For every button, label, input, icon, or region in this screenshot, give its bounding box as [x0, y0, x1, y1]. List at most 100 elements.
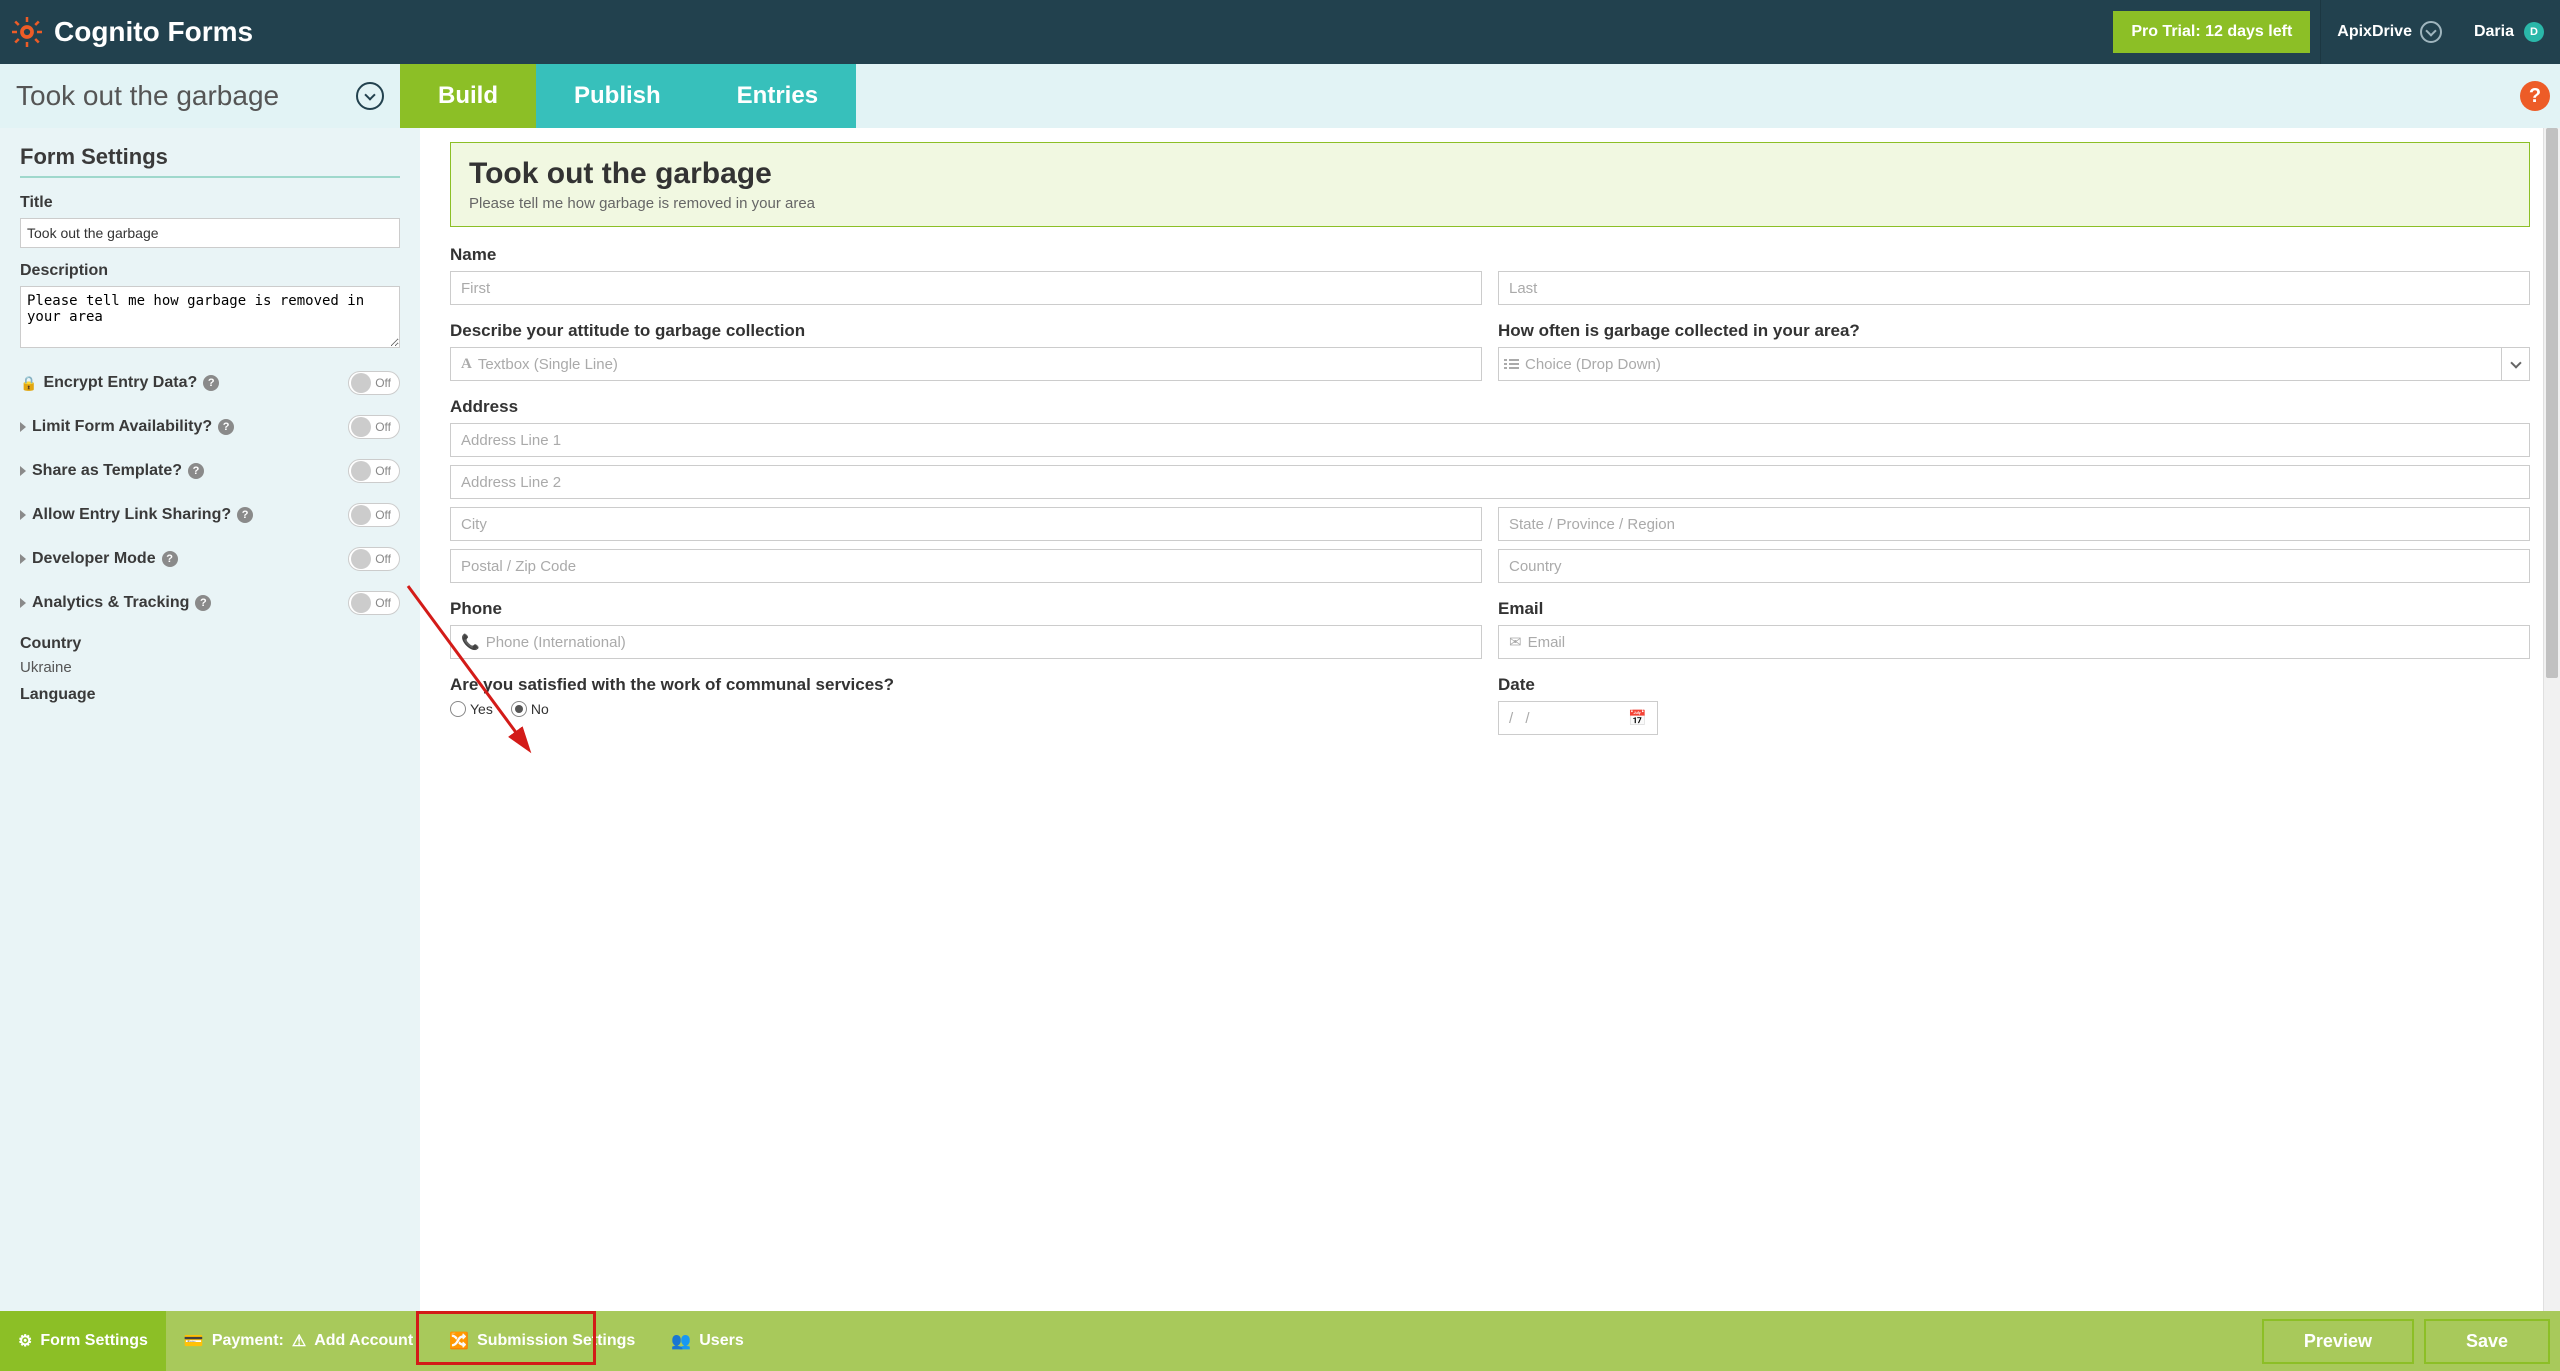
users-icon: 👥	[671, 1331, 691, 1351]
phone-field[interactable]: Phone 📞Phone (International)	[450, 599, 1482, 659]
help-icon[interactable]: ?	[237, 507, 253, 523]
share-row: Share as Template? ? Off	[20, 449, 400, 493]
caret-right-icon	[20, 598, 26, 608]
share-toggle[interactable]: Off	[348, 459, 400, 483]
date-field[interactable]: Date / /📅	[1498, 675, 2530, 735]
user-menu[interactable]: Daria D	[2458, 0, 2560, 64]
name-field[interactable]: Name First Last	[450, 245, 2530, 305]
limit-toggle[interactable]: Off	[348, 415, 400, 439]
title-label: Title	[20, 194, 400, 212]
form-description: Please tell me how garbage is removed in…	[469, 195, 2511, 212]
tab-entries[interactable]: Entries	[699, 64, 856, 128]
chevron-down-icon	[2501, 348, 2529, 380]
city-input[interactable]: City	[450, 507, 1482, 541]
subbar: Took out the garbage Build Publish Entri…	[0, 64, 2560, 128]
chevron-down-icon	[356, 82, 384, 110]
link-row: Allow Entry Link Sharing? ? Off	[20, 493, 400, 537]
tab-publish[interactable]: Publish	[536, 64, 699, 128]
org-dropdown[interactable]: ApixDrive	[2320, 0, 2458, 64]
form-name: Took out the garbage	[16, 80, 279, 112]
attitude-field[interactable]: Describe your attitude to garbage collec…	[450, 321, 1482, 381]
calendar-icon: 📅	[1628, 709, 1647, 727]
link-toggle[interactable]: Off	[348, 503, 400, 527]
textbox-icon: A	[461, 356, 472, 373]
date-input[interactable]: / /📅	[1498, 701, 1658, 735]
country-label: Country	[20, 635, 400, 653]
description-label: Description	[20, 262, 400, 280]
save-button[interactable]: Save	[2424, 1319, 2550, 1364]
main-tabs: Build Publish Entries	[400, 64, 856, 128]
phone-input[interactable]: 📞Phone (International)	[450, 625, 1482, 659]
gear-icon: ⚙	[18, 1331, 32, 1351]
radio-yes[interactable]: Yes	[450, 701, 493, 717]
description-input[interactable]: Please tell me how garbage is removed in…	[20, 286, 400, 348]
caret-right-icon	[20, 510, 26, 520]
preview-button[interactable]: Preview	[2262, 1319, 2414, 1364]
how-often-field[interactable]: How often is garbage collected in your a…	[1498, 321, 2530, 381]
title-input[interactable]	[20, 218, 400, 248]
first-name-input[interactable]: First	[450, 271, 1482, 305]
form-settings-button[interactable]: ⚙Form Settings	[0, 1311, 166, 1371]
form-name-dropdown[interactable]: Took out the garbage	[0, 64, 400, 128]
addr2-input[interactable]: Address Line 2	[450, 465, 2530, 499]
dev-row: Developer Mode ? Off	[20, 537, 400, 581]
email-field[interactable]: Email ✉Email	[1498, 599, 2530, 659]
scrollbar[interactable]	[2543, 128, 2560, 1311]
payment-button[interactable]: 💳Payment: ⚠Add Account	[166, 1311, 431, 1371]
sidebar: Form Settings Title Description Please t…	[0, 128, 420, 1311]
phone-icon: 📞	[461, 633, 480, 651]
shuffle-icon: 🔀	[449, 1331, 469, 1351]
sidebar-title: Form Settings	[20, 144, 400, 178]
help-icon[interactable]: ?	[162, 551, 178, 567]
form-header[interactable]: Took out the garbage Please tell me how …	[450, 142, 2530, 227]
caret-right-icon	[20, 466, 26, 476]
logo[interactable]: Cognito Forms	[0, 16, 2113, 48]
satisfied-field[interactable]: Are you satisfied with the work of commu…	[450, 675, 1482, 735]
help-icon[interactable]: ?	[203, 375, 219, 391]
submission-settings-button[interactable]: 🔀Submission Settings	[431, 1311, 653, 1371]
card-icon: 💳	[184, 1331, 204, 1351]
limit-row: Limit Form Availability? ? Off	[20, 405, 400, 449]
caret-right-icon	[20, 422, 26, 432]
help-icon[interactable]: ?	[218, 419, 234, 435]
warning-icon: ⚠	[292, 1331, 306, 1351]
attitude-input[interactable]: A Textbox (Single Line)	[450, 347, 1482, 381]
help-icon[interactable]: ?	[195, 595, 211, 611]
fields-container: Name First Last Describe your attitude t…	[450, 245, 2530, 735]
user-name: Daria	[2474, 23, 2514, 41]
language-label: Language	[20, 686, 400, 704]
tab-build[interactable]: Build	[400, 64, 536, 128]
country-input[interactable]: Country	[1498, 549, 2530, 583]
form-canvas: Took out the garbage Please tell me how …	[420, 128, 2560, 1311]
lock-icon: 🔒	[20, 375, 37, 392]
bottombar: ⚙Form Settings 💳Payment: ⚠Add Account 🔀S…	[0, 1311, 2560, 1371]
last-name-input[interactable]: Last	[1498, 271, 2530, 305]
org-name: ApixDrive	[2337, 23, 2412, 41]
trial-badge[interactable]: Pro Trial: 12 days left	[2113, 11, 2310, 53]
list-icon	[1509, 359, 1519, 369]
help-button[interactable]: ?	[2520, 81, 2550, 111]
topbar: Cognito Forms Pro Trial: 12 days left Ap…	[0, 0, 2560, 64]
postal-input[interactable]: Postal / Zip Code	[450, 549, 1482, 583]
encrypt-row: 🔒Encrypt Entry Data? ? Off	[20, 361, 400, 405]
address-field[interactable]: Address Address Line 1 Address Line 2 Ci…	[450, 397, 2530, 583]
logo-text: Cognito Forms	[54, 16, 253, 48]
main: Form Settings Title Description Please t…	[0, 128, 2560, 1311]
how-often-dropdown[interactable]: Choice (Drop Down)	[1498, 347, 2530, 381]
users-button[interactable]: 👥Users	[653, 1311, 761, 1371]
email-input[interactable]: ✉Email	[1498, 625, 2530, 659]
envelope-icon: ✉	[1509, 633, 1522, 651]
form-title: Took out the garbage	[469, 157, 2511, 191]
dev-toggle[interactable]: Off	[348, 547, 400, 571]
avatar: D	[2524, 22, 2544, 42]
encrypt-toggle[interactable]: Off	[348, 371, 400, 395]
state-input[interactable]: State / Province / Region	[1498, 507, 2530, 541]
help-icon[interactable]: ?	[188, 463, 204, 479]
analytics-row: Analytics & Tracking ? Off	[20, 581, 400, 625]
country-value[interactable]: Ukraine	[20, 659, 400, 676]
addr1-input[interactable]: Address Line 1	[450, 423, 2530, 457]
gear-icon	[12, 17, 42, 47]
analytics-toggle[interactable]: Off	[348, 591, 400, 615]
caret-right-icon	[20, 554, 26, 564]
radio-no[interactable]: No	[511, 701, 549, 717]
